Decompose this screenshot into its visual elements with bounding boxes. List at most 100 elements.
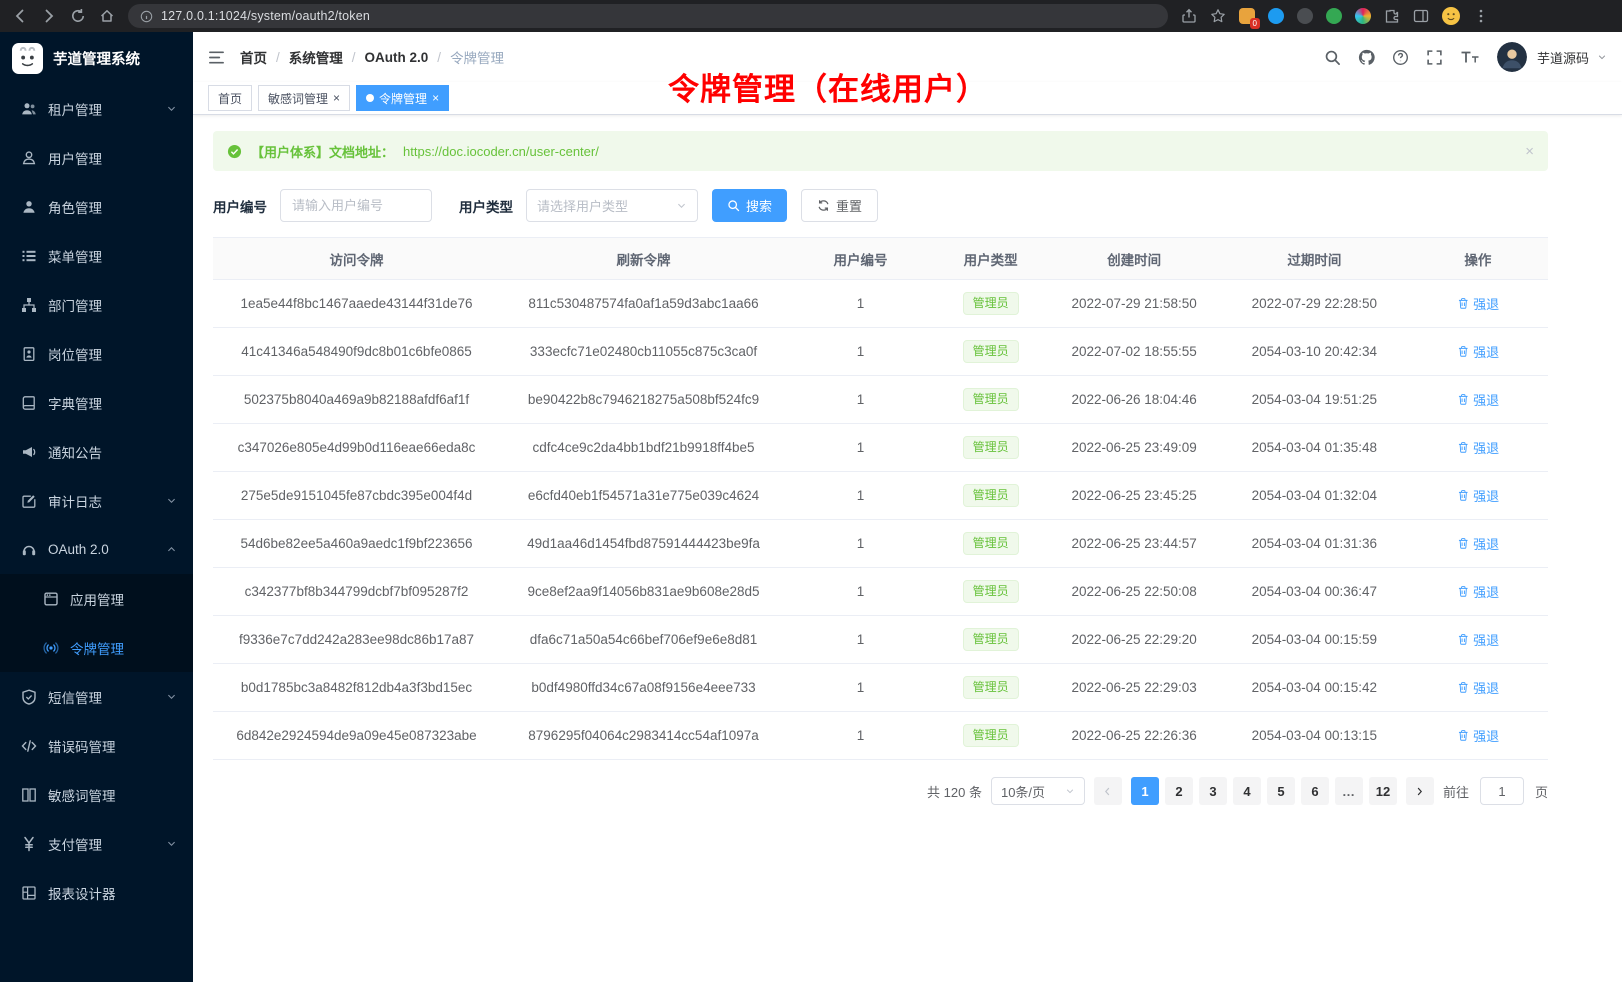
sidebar-item-14[interactable]: 报表设计器 bbox=[0, 868, 193, 917]
force-logout-button[interactable]: 强退 bbox=[1457, 582, 1500, 601]
doc-link[interactable]: https://doc.iocoder.cn/user-center/ bbox=[403, 144, 599, 159]
page-button-3[interactable]: 3 bbox=[1199, 777, 1227, 805]
breadcrumb-item[interactable]: OAuth 2.0 bbox=[365, 50, 429, 65]
extension-green-icon[interactable] bbox=[1326, 8, 1342, 24]
user-menu-caret-icon[interactable] bbox=[1597, 52, 1607, 62]
user-id-cell: 1 bbox=[787, 712, 934, 760]
user-avatar[interactable] bbox=[1497, 42, 1527, 72]
browser-menu-icon[interactable] bbox=[1473, 8, 1489, 24]
access-token-cell: 275e5de9151045fe87cbdc395e004f4d bbox=[213, 472, 500, 520]
reset-button[interactable]: 重置 bbox=[801, 189, 878, 222]
tab-2[interactable]: 令牌管理× bbox=[356, 85, 449, 111]
cell-text: e6cfd40eb1f54571a31e775e039c4624 bbox=[528, 488, 759, 503]
sidebar-item-8[interactable]: 审计日志 bbox=[0, 476, 193, 525]
sidebar-item-11[interactable]: 错误码管理 bbox=[0, 721, 193, 770]
bookmark-star-icon[interactable] bbox=[1210, 8, 1226, 24]
help-icon[interactable] bbox=[1392, 49, 1409, 66]
sidebar-item-6[interactable]: 字典管理 bbox=[0, 378, 193, 427]
force-logout-button[interactable]: 强退 bbox=[1457, 534, 1500, 553]
cell-text: 2022-06-25 22:50:08 bbox=[1071, 584, 1196, 599]
user-id-input[interactable] bbox=[280, 189, 432, 222]
extension-grid-icon[interactable]: 0 bbox=[1239, 8, 1255, 24]
force-logout-button[interactable]: 强退 bbox=[1457, 678, 1500, 697]
breadcrumb-item[interactable]: 首页 bbox=[240, 47, 267, 67]
site-info-icon[interactable] bbox=[140, 10, 153, 23]
breadcrumb-item[interactable]: 系统管理 bbox=[289, 47, 343, 67]
column-header: 用户编号 bbox=[787, 238, 934, 280]
browser-forward-icon[interactable] bbox=[41, 8, 57, 24]
url-bar[interactable]: 127.0.0.1:1024/system/oauth2/token bbox=[128, 4, 1168, 28]
force-logout-button[interactable]: 强退 bbox=[1457, 438, 1500, 457]
user-id-cell: 1 bbox=[787, 424, 934, 472]
sidebar-item-label: 令牌管理 bbox=[70, 638, 124, 658]
side-panel-icon[interactable] bbox=[1413, 8, 1429, 24]
chevron-right-icon bbox=[1414, 786, 1425, 797]
sidebar-item-12[interactable]: 敏感词管理 bbox=[0, 770, 193, 819]
alert-close-icon[interactable]: × bbox=[1525, 143, 1534, 160]
sidebar-item-1[interactable]: 用户管理 bbox=[0, 133, 193, 182]
sidebar-subitem-0[interactable]: 应用管理 bbox=[0, 574, 193, 623]
extension-blue-icon[interactable] bbox=[1268, 8, 1284, 24]
top-navbar: 首页/系统管理/OAuth 2.0/令牌管理 芋道源码 bbox=[193, 32, 1622, 82]
search-button-label: 搜索 bbox=[746, 196, 772, 215]
page-button-1[interactable]: 1 bbox=[1131, 777, 1159, 805]
force-logout-button[interactable]: 强退 bbox=[1457, 390, 1500, 409]
page-size-select[interactable]: 10条/页 bbox=[991, 777, 1085, 805]
github-icon[interactable] bbox=[1358, 49, 1375, 66]
sidebar-item-13[interactable]: 支付管理 bbox=[0, 819, 193, 868]
page-button-2[interactable]: 2 bbox=[1165, 777, 1193, 805]
fullscreen-icon[interactable] bbox=[1426, 49, 1443, 66]
force-logout-button[interactable]: 强退 bbox=[1457, 486, 1500, 505]
cell-text: 2022-06-25 23:44:57 bbox=[1071, 536, 1196, 551]
browser-profile-avatar[interactable] bbox=[1442, 7, 1460, 25]
app-logo-row[interactable]: 芋道管理系统 bbox=[0, 32, 193, 84]
created-time-cell: 2022-06-25 22:26:36 bbox=[1047, 712, 1221, 760]
cell-text: 1 bbox=[857, 392, 865, 407]
goto-page-input[interactable] bbox=[1480, 777, 1524, 805]
page-button-4[interactable]: 4 bbox=[1233, 777, 1261, 805]
sidebar-item-0[interactable]: 租户管理 bbox=[0, 84, 193, 133]
browser-home-icon[interactable] bbox=[99, 8, 115, 24]
sidebar-subitem-1[interactable]: 令牌管理 bbox=[0, 623, 193, 672]
search-icon[interactable] bbox=[1324, 49, 1341, 66]
tab-0[interactable]: 首页 bbox=[208, 85, 252, 111]
font-size-icon[interactable] bbox=[1460, 49, 1480, 66]
access-token-cell: c342377bf8b344799dcbf7bf095287f2 bbox=[213, 568, 500, 616]
sidebar-item-7[interactable]: 通知公告 bbox=[0, 427, 193, 476]
user-type-select[interactable]: 请选择用户类型 bbox=[526, 189, 698, 222]
page-button-5[interactable]: 5 bbox=[1267, 777, 1295, 805]
share-icon[interactable] bbox=[1181, 8, 1197, 24]
sidebar-item-4[interactable]: 部门管理 bbox=[0, 280, 193, 329]
browser-reload-icon[interactable] bbox=[70, 8, 86, 24]
extension-slack-icon[interactable] bbox=[1355, 8, 1371, 24]
user-name[interactable]: 芋道源码 bbox=[1537, 48, 1589, 67]
sidebar-item-5[interactable]: 岗位管理 bbox=[0, 329, 193, 378]
chevron-down-icon bbox=[166, 838, 177, 849]
close-tab-icon[interactable]: × bbox=[432, 92, 439, 104]
page-button-6[interactable]: 6 bbox=[1301, 777, 1329, 805]
navbar-actions: 芋道源码 bbox=[1324, 42, 1607, 72]
force-logout-button[interactable]: 强退 bbox=[1457, 726, 1500, 745]
search-form: 用户编号 用户类型 请选择用户类型 搜索 重置 bbox=[213, 189, 1548, 222]
close-tab-icon[interactable]: × bbox=[333, 92, 340, 104]
search-button[interactable]: 搜索 bbox=[712, 189, 787, 222]
page-button-…[interactable]: … bbox=[1335, 777, 1363, 805]
created-time-cell: 2022-06-25 23:44:57 bbox=[1047, 520, 1221, 568]
sidebar-item-10[interactable]: 短信管理 bbox=[0, 672, 193, 721]
sidebar-item-2[interactable]: 角色管理 bbox=[0, 182, 193, 231]
sidebar-item-3[interactable]: 菜单管理 bbox=[0, 231, 193, 280]
force-logout-button[interactable]: 强退 bbox=[1457, 294, 1500, 313]
next-page-button[interactable] bbox=[1406, 777, 1434, 805]
force-logout-button[interactable]: 强退 bbox=[1457, 630, 1500, 649]
sidebar-item-9[interactable]: OAuth 2.0 bbox=[0, 525, 193, 574]
extensions-puzzle-icon[interactable] bbox=[1384, 8, 1400, 24]
extension-dark-icon[interactable] bbox=[1297, 8, 1313, 24]
access-token-cell: f9336e7c7dd242a283ee98dc86b17a87 bbox=[213, 616, 500, 664]
force-logout-button[interactable]: 强退 bbox=[1457, 342, 1500, 361]
tab-1[interactable]: 敏感词管理× bbox=[258, 85, 350, 111]
prev-page-button[interactable] bbox=[1094, 777, 1122, 805]
collapse-sidebar-icon[interactable] bbox=[208, 49, 225, 66]
browser-back-icon[interactable] bbox=[12, 8, 28, 24]
action-cell: 强退 bbox=[1408, 664, 1548, 712]
page-button-12[interactable]: 12 bbox=[1369, 777, 1397, 805]
